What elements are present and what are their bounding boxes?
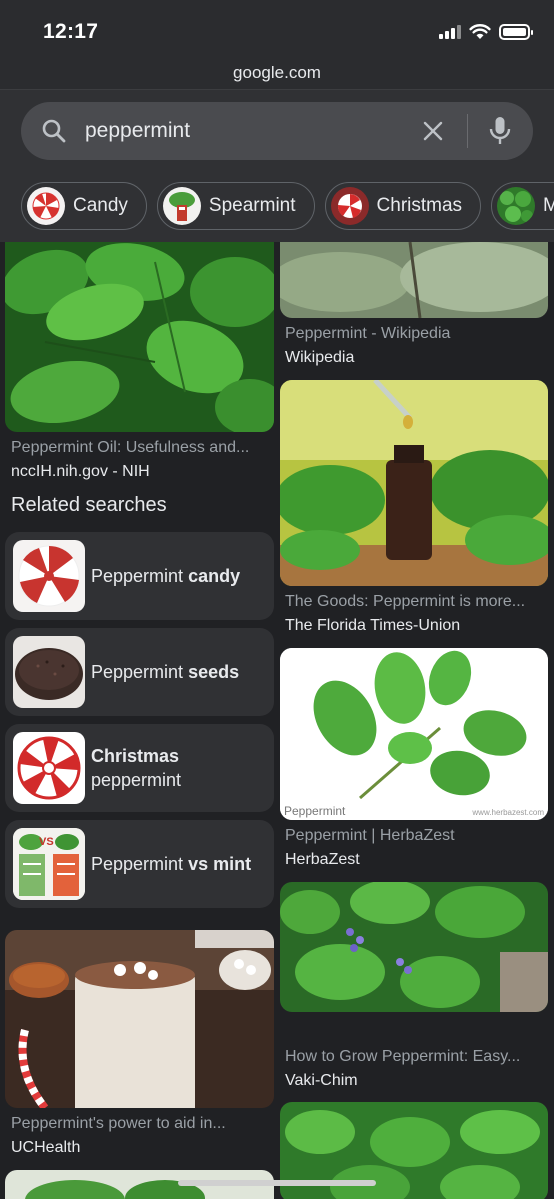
result-source: Vaki-Chim [285, 1072, 358, 1089]
christmas-thumbnail [13, 732, 85, 804]
result-title[interactable]: Peppermint | HerbaZest [285, 827, 550, 845]
result-image[interactable] [280, 380, 548, 586]
chip-label: M [543, 195, 554, 216]
related-search-item[interactable]: Peppermint candy [5, 532, 274, 620]
wifi-icon [469, 24, 491, 39]
result-title[interactable]: How to Grow Peppermint: Easy... [285, 1048, 550, 1066]
battery-icon [499, 24, 533, 40]
url-text: google.com [233, 63, 321, 82]
related-search-label: Peppermint seeds [91, 662, 240, 682]
related-search-item[interactable]: Peppermint seeds [5, 628, 274, 716]
watermark-label: Peppermint [284, 804, 346, 818]
christmas-thumbnail [330, 187, 369, 225]
chip-candy[interactable]: Candy [21, 182, 147, 230]
candy-thumbnail [13, 540, 85, 612]
search-header: peppermint Candy Spearmint Christmas M [0, 90, 554, 242]
search-input[interactable]: peppermint [85, 116, 190, 146]
chip-m[interactable]: M [491, 182, 554, 230]
result-source: nccIH.nih.gov - NIH [11, 463, 150, 480]
result-source: The Florida Times-Union [285, 617, 461, 634]
related-search-label: Peppermint vs mint [91, 854, 252, 874]
candy-thumbnail [27, 187, 65, 225]
home-indicator[interactable] [178, 1180, 376, 1186]
result-title[interactable]: Peppermint - Wikipedia [285, 325, 550, 343]
spearmint-thumbnail [162, 187, 201, 225]
image-results: Peppermint Oil: Usefulness and... nccIH.… [0, 242, 554, 1199]
clear-search-icon[interactable] [419, 117, 447, 145]
search-icon [42, 119, 66, 143]
result-image[interactable] [280, 242, 548, 318]
result-image[interactable] [5, 242, 274, 432]
chip-label: Spearmint [208, 195, 296, 216]
search-box[interactable]: peppermint [21, 102, 533, 160]
result-title[interactable]: Peppermint's power to aid in... [11, 1115, 271, 1133]
related-searches-title: Related searches [11, 494, 167, 516]
watermark-url: www.herbazest.com [472, 808, 544, 817]
microphone-icon[interactable] [487, 115, 513, 147]
chip-christmas[interactable]: Christmas [324, 182, 482, 230]
search-divider [467, 114, 468, 148]
mint-thumbnail [497, 187, 536, 225]
vs-mint-thumbnail: VS [13, 828, 85, 900]
result-image[interactable]: Peppermint www.herbazest.com [280, 648, 548, 820]
result-source: Wikipedia [285, 349, 355, 366]
status-icons [439, 24, 533, 40]
chip-label: Candy [73, 195, 128, 216]
result-title[interactable]: Peppermint Oil: Usefulness and... [11, 439, 271, 457]
status-time: 12:17 [43, 20, 99, 43]
vs-label: VS [39, 836, 54, 848]
cellular-signal-icon [439, 25, 461, 39]
related-search-label: Peppermint candy [91, 566, 241, 586]
url-bar[interactable]: google.com [0, 60, 554, 90]
result-source: UCHealth [11, 1139, 81, 1156]
chip-spearmint[interactable]: Spearmint [156, 182, 315, 230]
result-image[interactable] [280, 882, 548, 1012]
related-search-item[interactable]: Christmas peppermint [5, 724, 274, 812]
result-title[interactable]: The Goods: Peppermint is more... [285, 593, 550, 611]
chip-label: Christmas [376, 195, 463, 216]
status-bar: 12:17 [0, 0, 554, 60]
seeds-thumbnail [13, 636, 85, 708]
result-image[interactable] [5, 930, 274, 1108]
related-search-item[interactable]: VS Peppermint vs mint [5, 820, 274, 908]
related-search-label: Christmas peppermint [91, 746, 182, 790]
filter-chips: Candy Spearmint Christmas M [21, 182, 554, 230]
result-source: HerbaZest [285, 851, 360, 868]
